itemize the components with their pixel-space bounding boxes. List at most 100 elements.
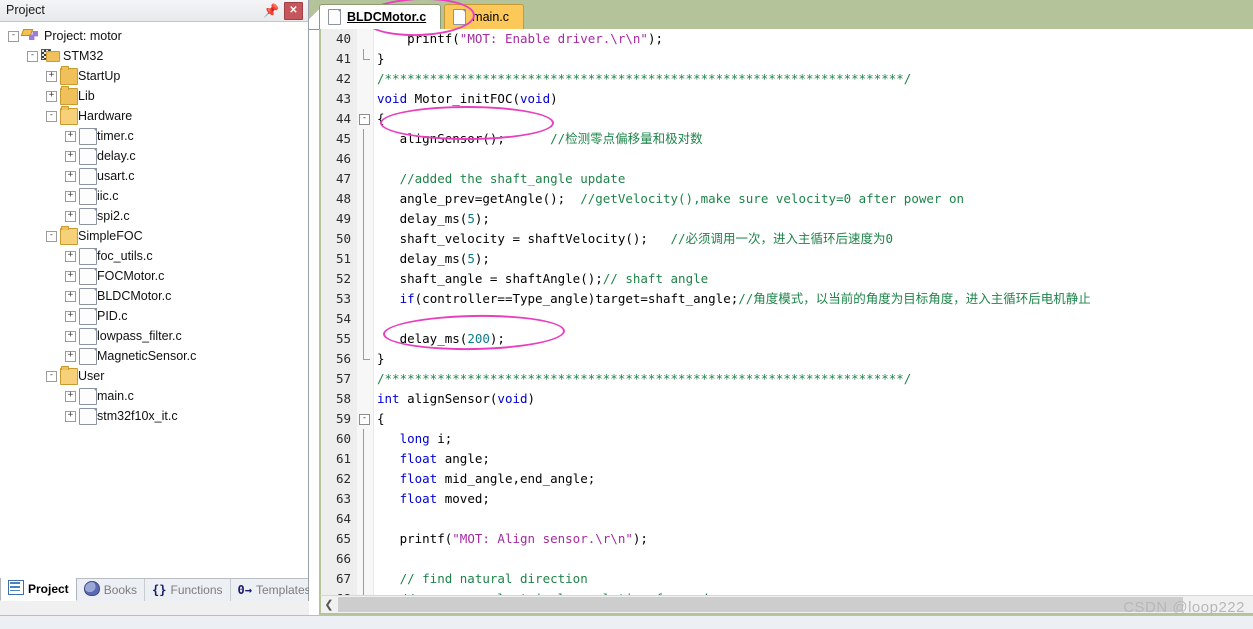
tree-item-magneticsensor-c[interactable]: + MagneticSensor.c [0, 346, 307, 366]
code-line[interactable]: 60 long i; [321, 429, 1253, 449]
tree-item-label: lowpass_filter.c [97, 329, 182, 343]
code-line[interactable]: 62 float mid_angle,end_angle; [321, 469, 1253, 489]
fold-guide-line [363, 529, 364, 549]
tree-item-iic-c[interactable]: + iic.c [0, 186, 307, 206]
code-line[interactable]: 44-{ [321, 109, 1253, 129]
scrollbar-thumb[interactable] [338, 597, 1183, 612]
expand-icon[interactable]: + [46, 71, 57, 82]
editor-tab-bldcmotor-c[interactable]: BLDCMotor.c [319, 4, 442, 29]
collapse-icon[interactable]: - [46, 111, 57, 122]
close-icon[interactable]: ✕ [284, 2, 303, 20]
code-line[interactable]: 58 int alignSensor(void) [321, 389, 1253, 409]
code-line[interactable]: 42 /*************************************… [321, 69, 1253, 89]
collapse-icon[interactable]: - [46, 231, 57, 242]
expand-icon[interactable]: + [65, 171, 76, 182]
code-line[interactable]: 59-{ [321, 409, 1253, 429]
collapse-icon[interactable]: - [46, 371, 57, 382]
fold-guide-line [363, 189, 364, 209]
tree-item-usart-c[interactable]: + usart.c [0, 166, 307, 186]
tree-item-project-motor[interactable]: - Project: motor [0, 26, 307, 46]
fold-guide-line [363, 569, 364, 589]
code-line[interactable]: 40 printf("MOT: Enable driver.\r\n"); [321, 29, 1253, 49]
line-number: 40 [335, 31, 351, 46]
code-line[interactable]: 51 delay_ms(5); [321, 249, 1253, 269]
code-line[interactable]: 57 /*************************************… [321, 369, 1253, 389]
expand-icon[interactable]: + [65, 151, 76, 162]
code-line[interactable]: 48 angle_prev=getAngle(); //getVelocity(… [321, 189, 1253, 209]
tree-item-bldcmotor-c[interactable]: + BLDCMotor.c [0, 286, 307, 306]
fold-toggle-icon[interactable]: - [359, 414, 370, 425]
view-tab-templates[interactable]: 0→ Templates [231, 579, 319, 601]
code-line[interactable]: 65 printf("MOT: Align sensor.\r\n"); [321, 529, 1253, 549]
tree-item-stm32[interactable]: - STM32 [0, 46, 307, 66]
tree-item-lowpass-filter-c[interactable]: + lowpass_filter.c [0, 326, 307, 346]
editor-tabstrip[interactable]: BLDCMotor.c main.c [309, 0, 1253, 30]
line-number: 59 [335, 411, 351, 426]
expand-icon[interactable]: + [65, 211, 76, 222]
tree-item-hardware[interactable]: - Hardware [0, 106, 307, 126]
code-line[interactable]: 56} [321, 349, 1253, 369]
line-number: 64 [335, 511, 351, 526]
editor-tab-main-c[interactable]: main.c [444, 4, 524, 29]
code-editor[interactable]: 40 printf("MOT: Enable driver.\r\n"); 41}… [319, 29, 1253, 595]
expand-icon[interactable]: + [65, 311, 76, 322]
expand-icon[interactable]: + [65, 191, 76, 202]
fold-guide-line [363, 249, 364, 269]
line-number: 42 [335, 71, 351, 86]
code-line[interactable]: 43 void Motor_initFOC(void) [321, 89, 1253, 109]
project-panel-titlebar: Project 📌 ✕ [0, 0, 308, 22]
code-line[interactable]: 49 delay_ms(5); [321, 209, 1253, 229]
code-content[interactable]: 40 printf("MOT: Enable driver.\r\n"); 41}… [321, 29, 1253, 595]
project-tree[interactable]: - Project: motor - STM32 + StartUp + Lib - Hardwa… [0, 22, 307, 578]
view-tab-project[interactable]: Project [0, 578, 77, 601]
code-line[interactable]: 54 [321, 309, 1253, 329]
collapse-icon[interactable]: - [27, 51, 38, 62]
expand-icon[interactable]: + [65, 271, 76, 282]
code-line[interactable]: 53 if(controller==Type_angle)target=shaf… [321, 289, 1253, 309]
code-line[interactable]: 45 alignSensor(); //检测零点偏移量和极对数 [321, 129, 1253, 149]
tree-item-pid-c[interactable]: + PID.c [0, 306, 307, 326]
tree-item-foc-utils-c[interactable]: + foc_utils.c [0, 246, 307, 266]
tree-item-timer-c[interactable]: + timer.c [0, 126, 307, 146]
code-line[interactable]: 61 float angle; [321, 449, 1253, 469]
expand-icon[interactable]: + [65, 411, 76, 422]
code-line[interactable]: 66 [321, 549, 1253, 569]
expand-icon[interactable]: + [65, 291, 76, 302]
view-tab-functions[interactable]: {} Functions [145, 579, 231, 601]
tree-item-delay-c[interactable]: + delay.c [0, 146, 307, 166]
line-number: 47 [335, 171, 351, 186]
expand-icon[interactable]: + [65, 331, 76, 342]
fold-toggle-icon[interactable]: - [359, 114, 370, 125]
tree-item-main-c[interactable]: + main.c [0, 386, 307, 406]
code-line[interactable]: 67 // find natural direction [321, 569, 1253, 589]
tree-item-spi2-c[interactable]: + spi2.c [0, 206, 307, 226]
project-view-tabs[interactable]: Project Books{} Functions 0→ Templates [0, 578, 319, 601]
tree-item-lib[interactable]: + Lib [0, 86, 307, 106]
tree-item-user[interactable]: - User [0, 366, 307, 386]
chevron-left-icon[interactable]: ❮ [321, 596, 337, 613]
expand-icon[interactable]: + [65, 251, 76, 262]
code-line[interactable]: 63 float moved; [321, 489, 1253, 509]
code-line[interactable]: 41} [321, 49, 1253, 69]
view-tab-books[interactable]: Books [77, 579, 146, 601]
editor-horizontal-scrollbar[interactable]: ❮ [319, 595, 1253, 613]
code-line[interactable]: 46 [321, 149, 1253, 169]
code-line[interactable]: 50 shaft_velocity = shaftVelocity(); //必… [321, 229, 1253, 249]
code-token-cmt: /***************************************… [377, 71, 912, 86]
tree-item-stm32f10x-it-c[interactable]: + stm32f10x_it.c [0, 406, 307, 426]
expand-icon[interactable]: + [46, 91, 57, 102]
expand-icon[interactable]: + [65, 131, 76, 142]
expand-icon[interactable]: + [65, 391, 76, 402]
tree-item-focmotor-c[interactable]: + FOCMotor.c [0, 266, 307, 286]
expand-icon[interactable]: + [65, 351, 76, 362]
pin-icon[interactable]: 📌 [263, 2, 280, 18]
code-line[interactable]: 64 [321, 509, 1253, 529]
tree-item-startup[interactable]: + StartUp [0, 66, 307, 86]
code-line[interactable]: 55 delay_ms(200); [321, 329, 1253, 349]
line-number: 63 [335, 491, 351, 506]
code-line[interactable]: 47 //added the shaft_angle update [321, 169, 1253, 189]
code-token-plain: (controller==Type_angle)target=shaft_ang… [414, 291, 739, 306]
tree-item-simplefoc[interactable]: - SimpleFOC [0, 226, 307, 246]
collapse-icon[interactable]: - [8, 31, 19, 42]
code-line[interactable]: 52 shaft_angle = shaftAngle();// shaft a… [321, 269, 1253, 289]
